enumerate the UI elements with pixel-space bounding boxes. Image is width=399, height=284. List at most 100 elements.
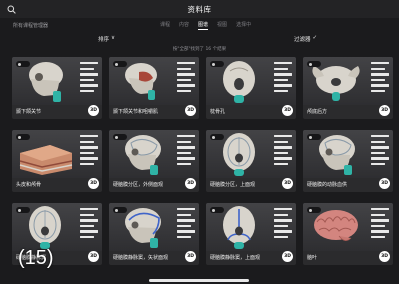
annotation-tag (274, 140, 288, 143)
annotation-tag (177, 67, 191, 70)
annotation-labels (274, 208, 292, 241)
annotation-tag (80, 73, 98, 76)
tab-courses[interactable]: 课程 (160, 21, 170, 30)
3d-badge[interactable]: 3D (88, 251, 99, 262)
3d-badge[interactable]: 3D (282, 178, 293, 189)
3d-badge[interactable]: 3D (379, 251, 390, 262)
info-badge[interactable] (210, 134, 224, 140)
annotation-labels (371, 62, 389, 95)
course-manager-link[interactable]: 所有课程管理器 (13, 22, 48, 29)
page-title: 资料库 (187, 5, 212, 14)
annotation-labels (80, 208, 98, 241)
library-card[interactable]: 颞下颌关节 3D (12, 57, 102, 119)
3d-badge[interactable]: 3D (185, 251, 196, 262)
annotation-tag (177, 219, 195, 222)
3d-badge[interactable]: 3D (282, 105, 293, 116)
annotation-tag (177, 73, 195, 76)
3d-badge[interactable]: 3D (185, 105, 196, 116)
tab-selected[interactable]: 选择中 (236, 21, 251, 30)
annotation-tag (177, 230, 195, 233)
card-label: 头皮和颅骨 (16, 182, 42, 188)
annotation-tag (371, 62, 389, 65)
annotation-tag (177, 162, 191, 166)
annotation-tag (274, 151, 288, 155)
results-count: 按"全部"找到了 16 个结果 (172, 47, 227, 52)
library-card[interactable]: 颞下颌关节和咀嚼肌 3D (109, 57, 199, 119)
library-card[interactable]: 硬脑膜静脉窦，上面观 3D (206, 203, 296, 265)
3d-badge[interactable]: 3D (379, 105, 390, 116)
info-badge[interactable] (16, 134, 30, 140)
annotation-tag (371, 235, 385, 239)
annotation-tag (177, 235, 191, 239)
tab-bar: 课程 内容 图谱 视图 选择中 (160, 21, 251, 30)
annotation-tag (80, 67, 94, 70)
card-label: 颞下颌关节 (16, 109, 42, 115)
annotation-tag (177, 208, 195, 211)
sort-dropdown[interactable]: 排序 ∨ (98, 35, 115, 43)
annotation-labels (80, 135, 98, 168)
3d-badge[interactable]: 3D (88, 178, 99, 189)
card-label: 枕骨孔 (210, 109, 226, 115)
annotation-tag (274, 208, 292, 211)
annotation-tag (177, 135, 195, 138)
3d-badge[interactable]: 3D (185, 178, 196, 189)
filter-button[interactable]: 过滤器 ✓ (294, 35, 317, 43)
library-card[interactable]: 头皮和颅骨 3D (12, 130, 102, 192)
annotation-tag (80, 235, 94, 239)
info-badge[interactable] (307, 61, 321, 67)
annotation-tag (177, 78, 191, 82)
annotation-tag (371, 208, 389, 211)
card-label: 硬脑膜静脉窦，矢状面观 (113, 255, 169, 261)
annotation-tag (80, 230, 98, 233)
info-badge[interactable] (113, 134, 127, 140)
library-card[interactable]: 硬脑膜分区，上面观 3D (206, 130, 296, 192)
library-card[interactable]: 颅底后方 3D (303, 57, 393, 119)
annotation-tag (177, 89, 191, 93)
info-badge[interactable] (16, 61, 30, 67)
annotation-tag (274, 135, 292, 138)
library-card[interactable]: 硬脑膜分区，外侧面观 3D (109, 130, 199, 192)
library-card[interactable]: 脑叶 3D (303, 203, 393, 265)
info-badge[interactable] (210, 207, 224, 213)
annotation-tag (274, 219, 292, 222)
annotation-tag (80, 140, 94, 143)
annotation-tag (371, 213, 385, 216)
tab-atlas[interactable]: 图谱 (198, 21, 209, 30)
library-card[interactable]: 枕骨孔 3D (206, 57, 296, 119)
tab-content[interactable]: 内容 (179, 21, 189, 30)
annotation-tag (80, 219, 98, 222)
annotation-labels (80, 62, 98, 95)
annotation-tag (274, 73, 292, 76)
library-card[interactable]: 硬脑膜静脉窦，矢状面观 3D (109, 203, 199, 265)
annotation-tag (80, 224, 94, 228)
annotation-tag (371, 146, 389, 149)
annotation-tag (274, 78, 288, 82)
chevron-down-icon: ∨ (111, 35, 116, 41)
annotation-tag (371, 230, 389, 233)
card-label: 颅底后方 (307, 109, 328, 115)
info-badge[interactable] (16, 207, 30, 213)
home-indicator[interactable] (149, 279, 249, 282)
annotation-labels (177, 62, 195, 95)
annotation-tag (80, 62, 98, 65)
library-card[interactable]: 硬脑膜的动脉血供 3D (303, 130, 393, 192)
annotation-tag (177, 213, 191, 216)
info-badge[interactable] (113, 207, 127, 213)
annotation-tag (274, 157, 292, 160)
3d-badge[interactable]: 3D (379, 178, 390, 189)
annotation-tag (80, 84, 98, 87)
3d-badge[interactable]: 3D (88, 105, 99, 116)
info-badge[interactable] (113, 61, 127, 67)
annotation-tag (371, 162, 385, 166)
annotation-labels (177, 208, 195, 241)
card-label: 脑叶 (307, 255, 318, 261)
annotation-tag (371, 219, 389, 222)
info-badge[interactable] (210, 61, 224, 67)
annotation-labels (177, 135, 195, 168)
tab-views[interactable]: 视图 (217, 21, 227, 30)
card-label: 颞下颌关节和咀嚼肌 (113, 109, 159, 115)
info-badge[interactable] (307, 134, 321, 140)
info-badge[interactable] (307, 207, 321, 213)
annotation-tag (274, 162, 288, 166)
3d-badge[interactable]: 3D (282, 251, 293, 262)
